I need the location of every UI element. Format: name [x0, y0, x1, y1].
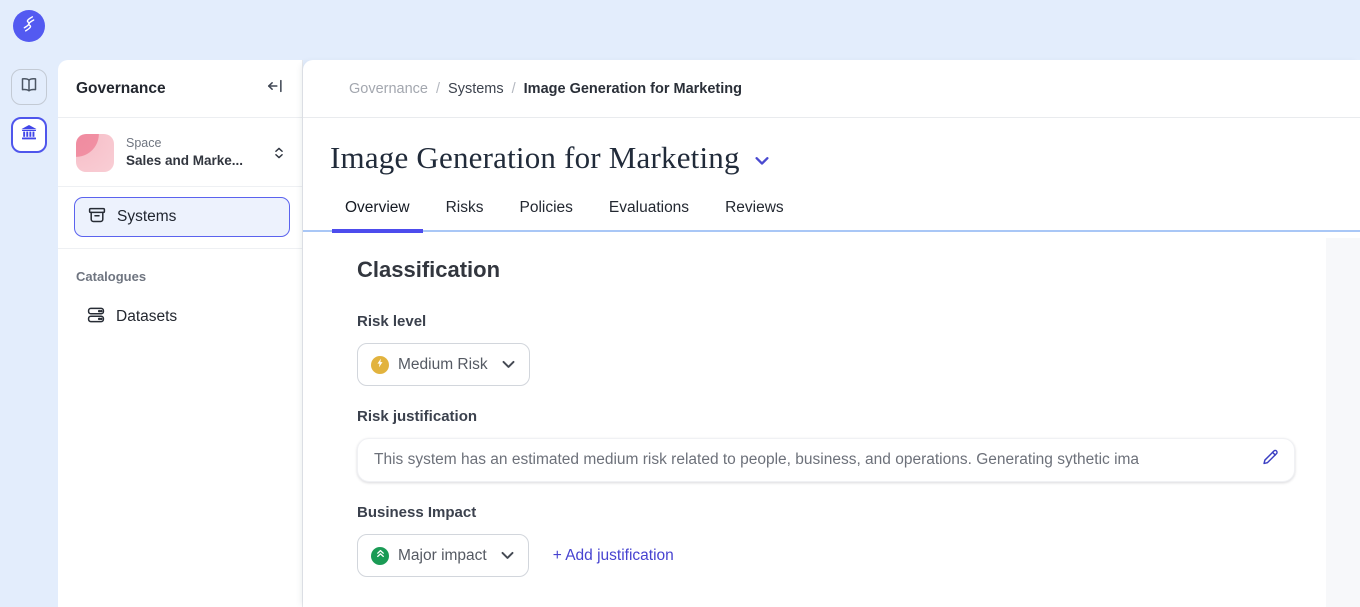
- book-open-icon: [19, 75, 39, 100]
- edit-justification-button[interactable]: [1261, 448, 1280, 472]
- overview-tab-content: Classification Risk level Medium Risk Ri…: [303, 232, 1360, 577]
- sidebar-divider: [58, 186, 302, 187]
- sidebar-item-label: Systems: [117, 208, 176, 226]
- main-panel: Governance / Systems / Image Generation …: [303, 60, 1360, 607]
- collapse-sidebar-icon: [266, 77, 284, 100]
- breadcrumb-item-systems[interactable]: Systems: [448, 81, 504, 97]
- risk-justification-text: This system has an estimated medium risk…: [374, 451, 1251, 469]
- space-switcher[interactable]: Space Sales and Marke...: [76, 134, 288, 172]
- brand-squiggle-icon: [17, 12, 41, 41]
- business-impact-label: Business Impact: [357, 504, 1360, 521]
- sidebar-item-datasets[interactable]: Datasets: [74, 300, 290, 334]
- risk-level-label: Risk level: [357, 313, 1360, 330]
- business-impact-row: Major impact + Add justification: [357, 521, 1360, 577]
- risk-justification-label: Risk justification: [357, 408, 1360, 425]
- space-texts: Space Sales and Marke...: [126, 136, 258, 169]
- sidebar-title: Governance: [76, 80, 264, 98]
- tab-overview[interactable]: Overview: [332, 189, 423, 230]
- bank-icon: [19, 123, 39, 148]
- archive-box-icon: [87, 205, 107, 230]
- bolt-icon: [374, 356, 386, 374]
- breadcrumb-item-current: Image Generation for Marketing: [524, 81, 742, 97]
- breadcrumb: Governance / Systems / Image Generation …: [303, 60, 1360, 118]
- brand-logo[interactable]: [13, 10, 45, 42]
- breadcrumb-item-governance[interactable]: Governance: [349, 81, 428, 97]
- page-title: Image Generation for Marketing: [330, 140, 740, 176]
- impact-major-badge: [371, 547, 389, 565]
- space-avatar: [76, 134, 114, 172]
- sidebar-divider: [58, 248, 302, 249]
- chevron-down-icon: [502, 360, 515, 369]
- collapse-sidebar-button[interactable]: [264, 78, 286, 100]
- rail-item-library[interactable]: [11, 69, 47, 105]
- business-impact-select[interactable]: Major impact: [357, 534, 529, 577]
- classification-heading: Classification: [357, 257, 1360, 283]
- risk-level-select[interactable]: Medium Risk: [357, 343, 530, 386]
- risk-justification-field: This system has an estimated medium risk…: [357, 438, 1295, 482]
- space-eyebrow: Space: [126, 136, 258, 152]
- risk-level-value: Medium Risk: [398, 356, 488, 374]
- tab-risks[interactable]: Risks: [433, 189, 497, 230]
- double-chevron-up-icon: [374, 547, 387, 565]
- pencil-icon: [1261, 448, 1280, 472]
- breadcrumb-separator: /: [512, 81, 516, 97]
- add-justification-link[interactable]: + Add justification: [553, 547, 674, 565]
- tab-evaluations[interactable]: Evaluations: [596, 189, 702, 230]
- scroll-gutter: [1326, 238, 1360, 607]
- space-switcher-caret: [270, 145, 288, 161]
- chevron-down-icon: [501, 551, 514, 560]
- tab-policies[interactable]: Policies: [507, 189, 586, 230]
- page-title-row: Image Generation for Marketing: [303, 118, 1360, 176]
- catalogues-section-label: Catalogues: [76, 269, 302, 284]
- breadcrumb-separator: /: [436, 81, 440, 97]
- app-rail: [0, 0, 58, 607]
- rail-item-governance[interactable]: [11, 117, 47, 153]
- business-impact-value: Major impact: [398, 547, 487, 565]
- space-name: Sales and Marke...: [126, 152, 258, 170]
- title-chevron-down-icon[interactable]: [755, 156, 769, 166]
- tab-bar: Overview Risks Policies Evaluations Revi…: [303, 189, 1360, 232]
- sidebar-item-label: Datasets: [116, 308, 177, 326]
- sidebar-header: Governance: [58, 60, 302, 118]
- database-icon: [86, 305, 106, 330]
- sidebar-item-systems[interactable]: Systems: [74, 197, 290, 237]
- risk-medium-badge: [371, 356, 389, 374]
- tab-reviews[interactable]: Reviews: [712, 189, 797, 230]
- governance-sidebar: Governance Space Sales and Marke...: [58, 60, 303, 607]
